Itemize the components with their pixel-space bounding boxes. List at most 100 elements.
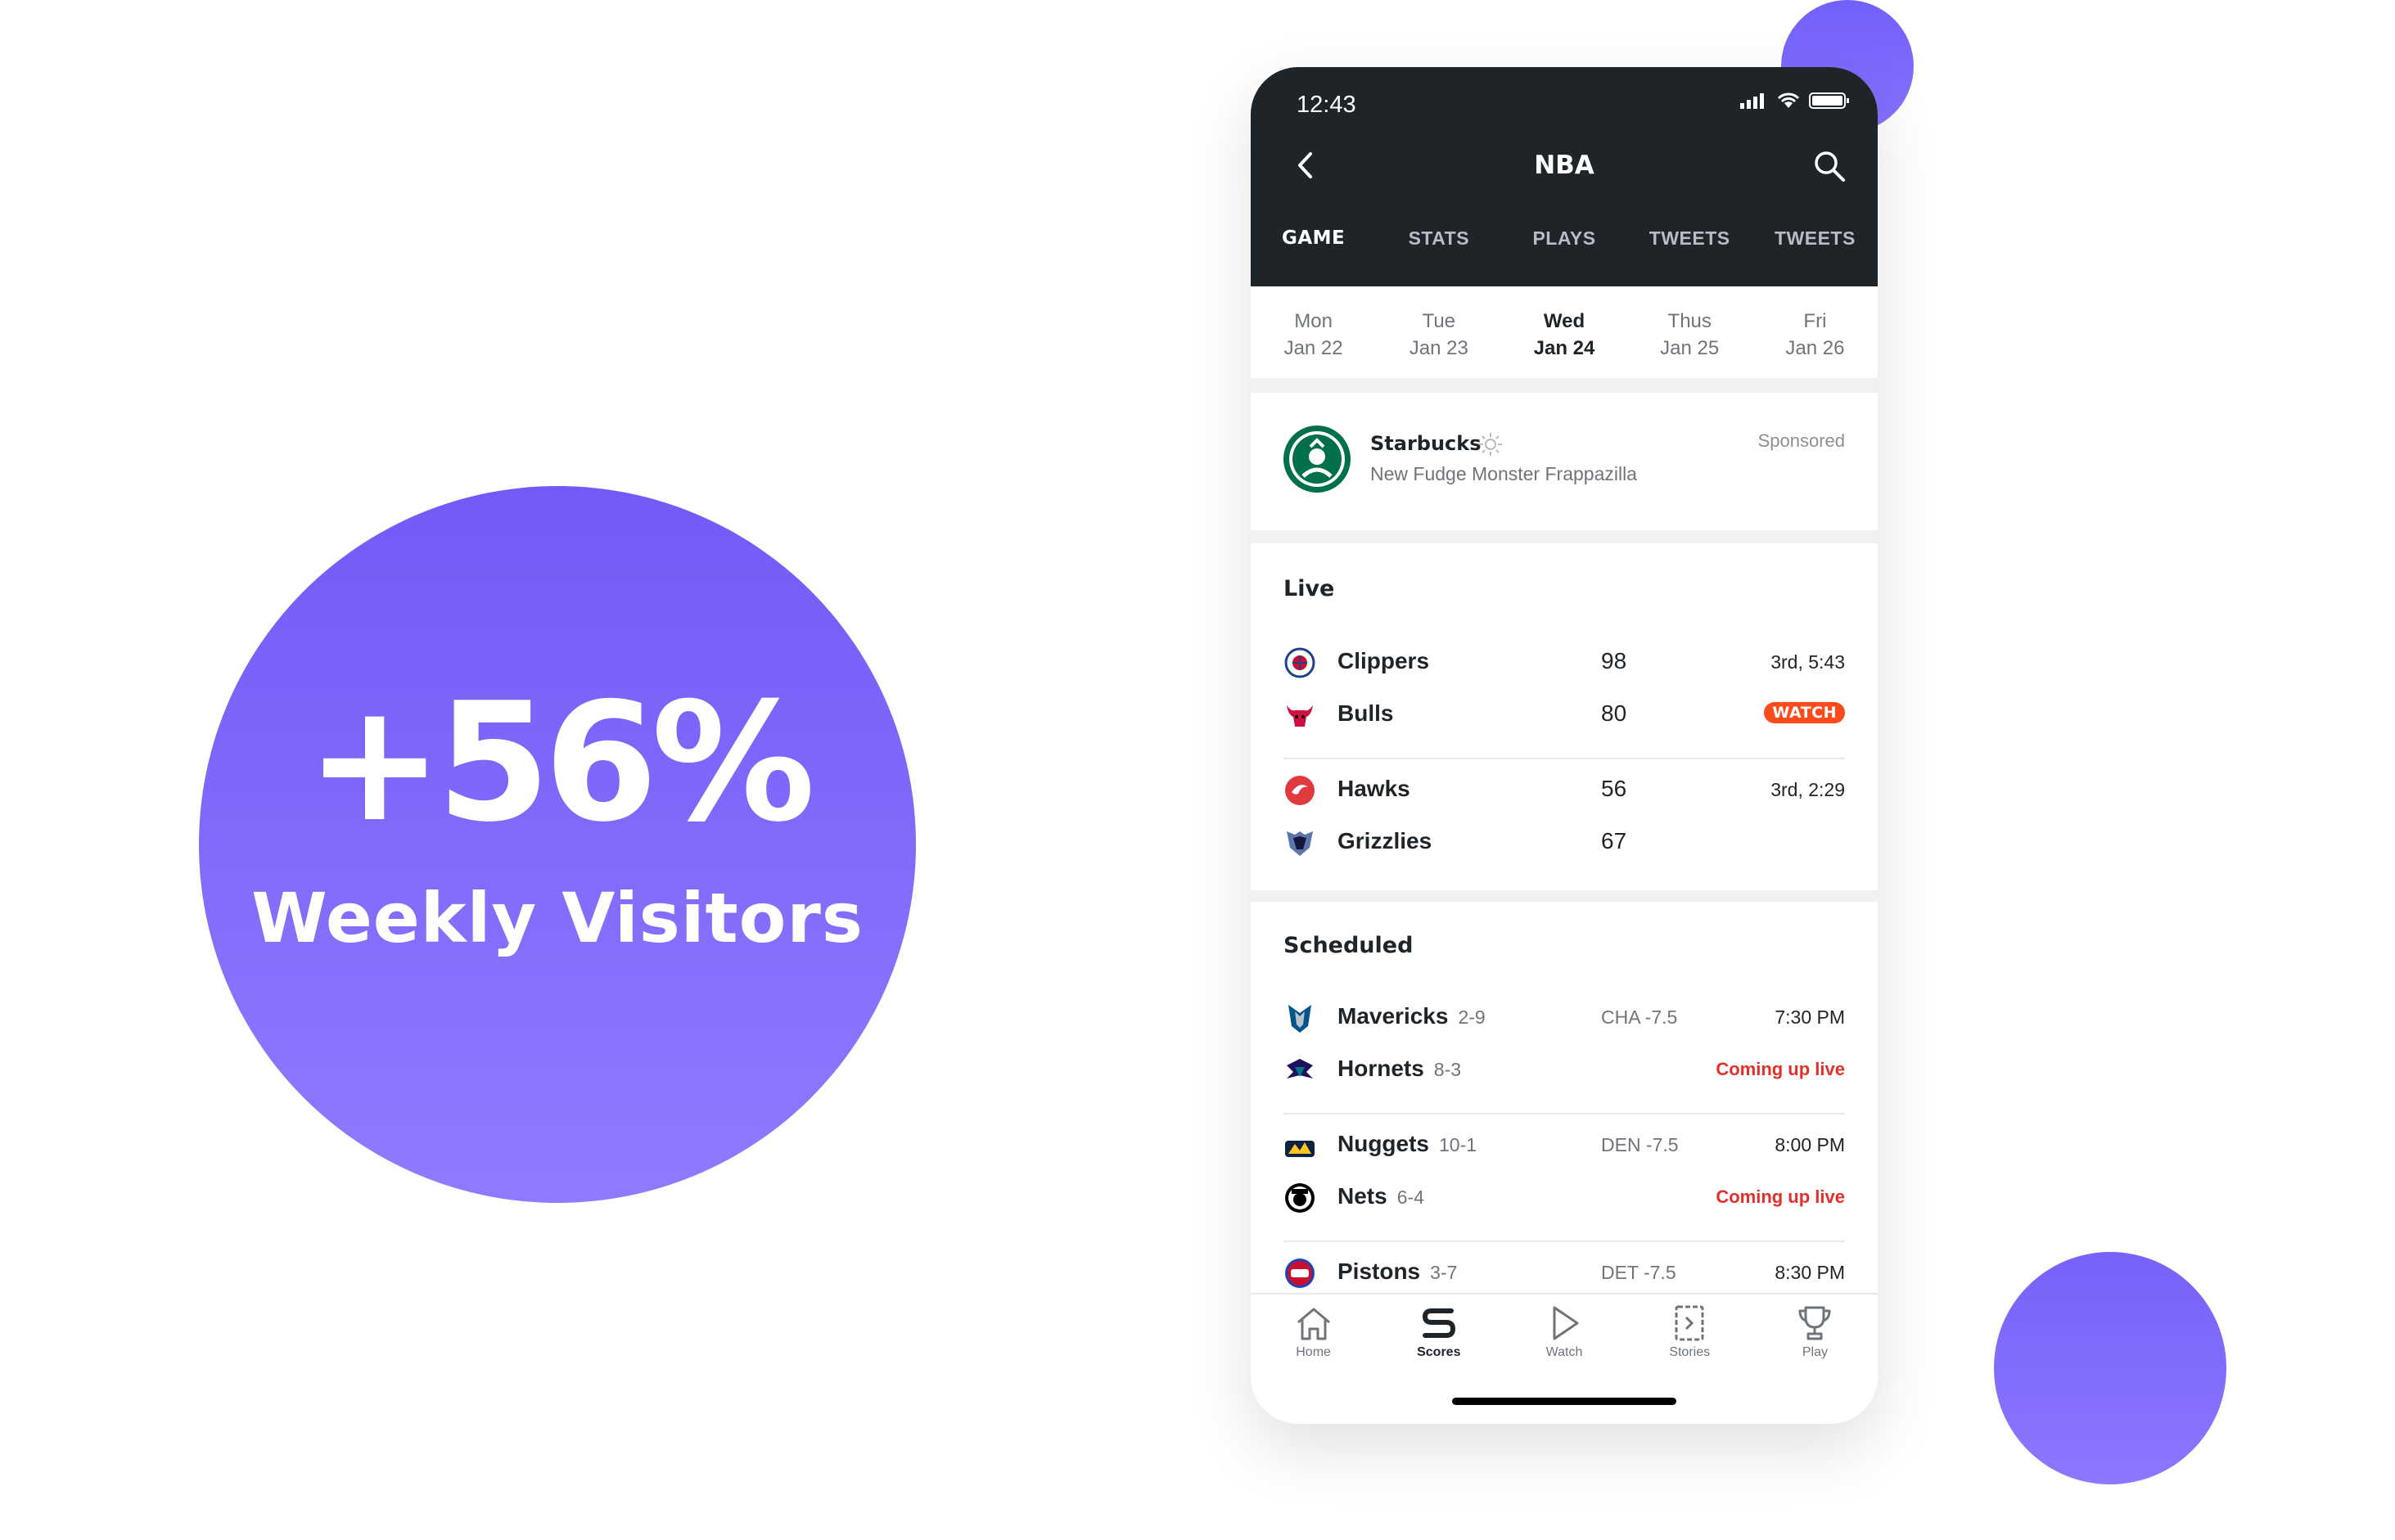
pistons-logo-icon [1285, 1259, 1315, 1288]
tab-tweets[interactable]: TWEETS [1627, 227, 1752, 250]
date-day: Wed [1543, 310, 1585, 332]
team-name: Bulls [1337, 700, 1394, 726]
status-icons [1740, 92, 1850, 110]
battery-icon [1809, 92, 1849, 109]
team-name: Clippers [1337, 648, 1430, 673]
date-item-selected[interactable]: Wed Jan 24 [1501, 286, 1626, 378]
nuggets-logo-icon [1285, 1141, 1315, 1157]
game-row[interactable]: Clippers 98 3rd, 5:43 [1251, 640, 1878, 684]
game-time: 8:00 PM [1775, 1134, 1845, 1155]
date-day: Thus [1667, 310, 1712, 332]
team-name: Hornets 8-3 [1337, 1056, 1461, 1082]
date-day: Mon [1294, 310, 1333, 332]
team-record: 8-3 [1433, 1059, 1462, 1080]
nav-watch[interactable]: Watch [1501, 1303, 1626, 1360]
team-record: 3-7 [1430, 1262, 1458, 1283]
game-row[interactable]: Nets 6-4 Coming up live [1251, 1175, 1878, 1219]
nav-play[interactable]: Play [1752, 1303, 1878, 1360]
tab-game[interactable]: GAME [1251, 227, 1376, 250]
divider [1283, 1113, 1845, 1114]
search-icon[interactable] [1812, 149, 1847, 183]
mavericks-logo-icon [1288, 1005, 1311, 1033]
nav-label: Play [1802, 1345, 1828, 1359]
game-time: 7:30 PM [1775, 1006, 1845, 1028]
date-selector: Mon Jan 22 Tue Jan 23 Wed Jan 24 Thus Jan 25… [1251, 286, 1878, 378]
date-date: Jan 23 [1409, 337, 1468, 359]
nav-label: Watch [1545, 1345, 1583, 1359]
sponsored-label: Sponsored [1757, 430, 1845, 451]
game-row[interactable]: Grizzlies 67 [1251, 820, 1878, 864]
date-day: Fri [1803, 310, 1827, 332]
trophy-icon [1798, 1306, 1831, 1340]
divider [1283, 758, 1845, 759]
date-item[interactable]: Thus Jan 25 [1627, 286, 1752, 378]
date-date: Jan 25 [1660, 337, 1720, 359]
nav-scores[interactable]: Scores [1376, 1303, 1501, 1360]
section-title-live: Live [1283, 576, 1335, 601]
coming-up-live-label: Coming up live [1716, 1187, 1845, 1207]
coming-up-live-label: Coming up live [1716, 1059, 1845, 1079]
date-day: Tue [1422, 310, 1456, 332]
bottom-navigation: Home Scores Watch Stories Play [1251, 1293, 1878, 1424]
team-record: 2-9 [1458, 1006, 1486, 1028]
ad-brand: Starbucks [1370, 432, 1482, 455]
live-section: Live Clippers 98 3rd, 5:43 Bulls 80 WATC… [1251, 543, 1878, 890]
wifi-icon [1777, 92, 1800, 108]
team-score: 67 [1601, 828, 1627, 853]
date-date: Jan 22 [1283, 337, 1343, 359]
signal-icon [1740, 93, 1764, 109]
team-score: 56 [1601, 776, 1627, 801]
home-indicator [1452, 1398, 1676, 1405]
divider [1283, 1241, 1845, 1242]
team-name: Nuggets 10-1 [1337, 1131, 1477, 1157]
sun-icon [1478, 432, 1503, 460]
sponsored-card[interactable]: Starbucks New Fudge Monster Frappazilla … [1251, 393, 1878, 530]
team-name: Hawks [1337, 776, 1410, 801]
game-row[interactable]: Mavericks 2-9 CHA -7.5 7:30 PM [1251, 995, 1878, 1039]
team-record: 6-4 [1396, 1187, 1424, 1208]
betting-line: CHA -7.5 [1601, 1006, 1678, 1028]
game-row[interactable]: Hawks 56 3rd, 2:29 [1251, 768, 1878, 812]
decorative-circle-bottom [1994, 1252, 2226, 1484]
home-icon [1297, 1308, 1330, 1340]
watch-button[interactable]: WATCH [1764, 702, 1845, 723]
date-item[interactable]: Mon Jan 22 [1251, 286, 1376, 378]
tab-stats[interactable]: STATS [1376, 227, 1501, 250]
date-item[interactable]: Fri Jan 26 [1752, 286, 1878, 378]
team-label: Hornets [1337, 1056, 1424, 1081]
nav-home[interactable]: Home [1251, 1303, 1376, 1360]
game-row[interactable]: Bulls 80 WATCH [1251, 692, 1878, 736]
status-time: 12:43 [1297, 92, 1356, 118]
team-name: Grizzlies [1337, 828, 1432, 853]
grizzlies-logo-icon [1287, 831, 1313, 856]
nav-label: Scores [1417, 1345, 1461, 1359]
page-title: NBA [1534, 151, 1594, 180]
date-item[interactable]: Tue Jan 23 [1376, 286, 1501, 378]
stat-circle: +56% Weekly Visitors [199, 486, 916, 1203]
game-row[interactable]: Nuggets 10-1 DEN -7.5 8:00 PM [1251, 1123, 1878, 1167]
game-status: 3rd, 2:29 [1770, 779, 1845, 800]
team-score: 98 [1601, 648, 1627, 673]
bulls-logo-icon [1287, 705, 1313, 727]
team-name: Nets 6-4 [1337, 1183, 1424, 1209]
nav-label: Stories [1669, 1345, 1711, 1359]
nets-logo-icon [1285, 1183, 1315, 1213]
stat-value: +56% [305, 668, 815, 858]
hawks-logo-icon [1285, 776, 1315, 805]
game-time: 8:30 PM [1775, 1262, 1845, 1283]
tab-tweets-2[interactable]: TWEETS [1752, 227, 1878, 250]
clippers-logo-icon [1284, 647, 1315, 678]
ad-subtitle: New Fudge Monster Frappazilla [1370, 463, 1637, 484]
tab-plays[interactable]: PLAYS [1501, 227, 1626, 250]
betting-line: DET -7.5 [1601, 1262, 1676, 1283]
team-score: 80 [1601, 700, 1627, 726]
stories-icon [1675, 1305, 1704, 1341]
nav-stories[interactable]: Stories [1627, 1303, 1752, 1360]
team-record: 10-1 [1439, 1134, 1477, 1155]
team-label: Nets [1337, 1183, 1387, 1209]
game-row[interactable]: Hornets 8-3 Coming up live [1251, 1047, 1878, 1092]
date-date: Jan 26 [1785, 337, 1845, 359]
team-name: Mavericks 2-9 [1337, 1003, 1486, 1029]
date-date: Jan 24 [1533, 337, 1595, 359]
game-row[interactable]: Pistons 3-7 DET -7.5 8:30 PM [1251, 1250, 1878, 1295]
